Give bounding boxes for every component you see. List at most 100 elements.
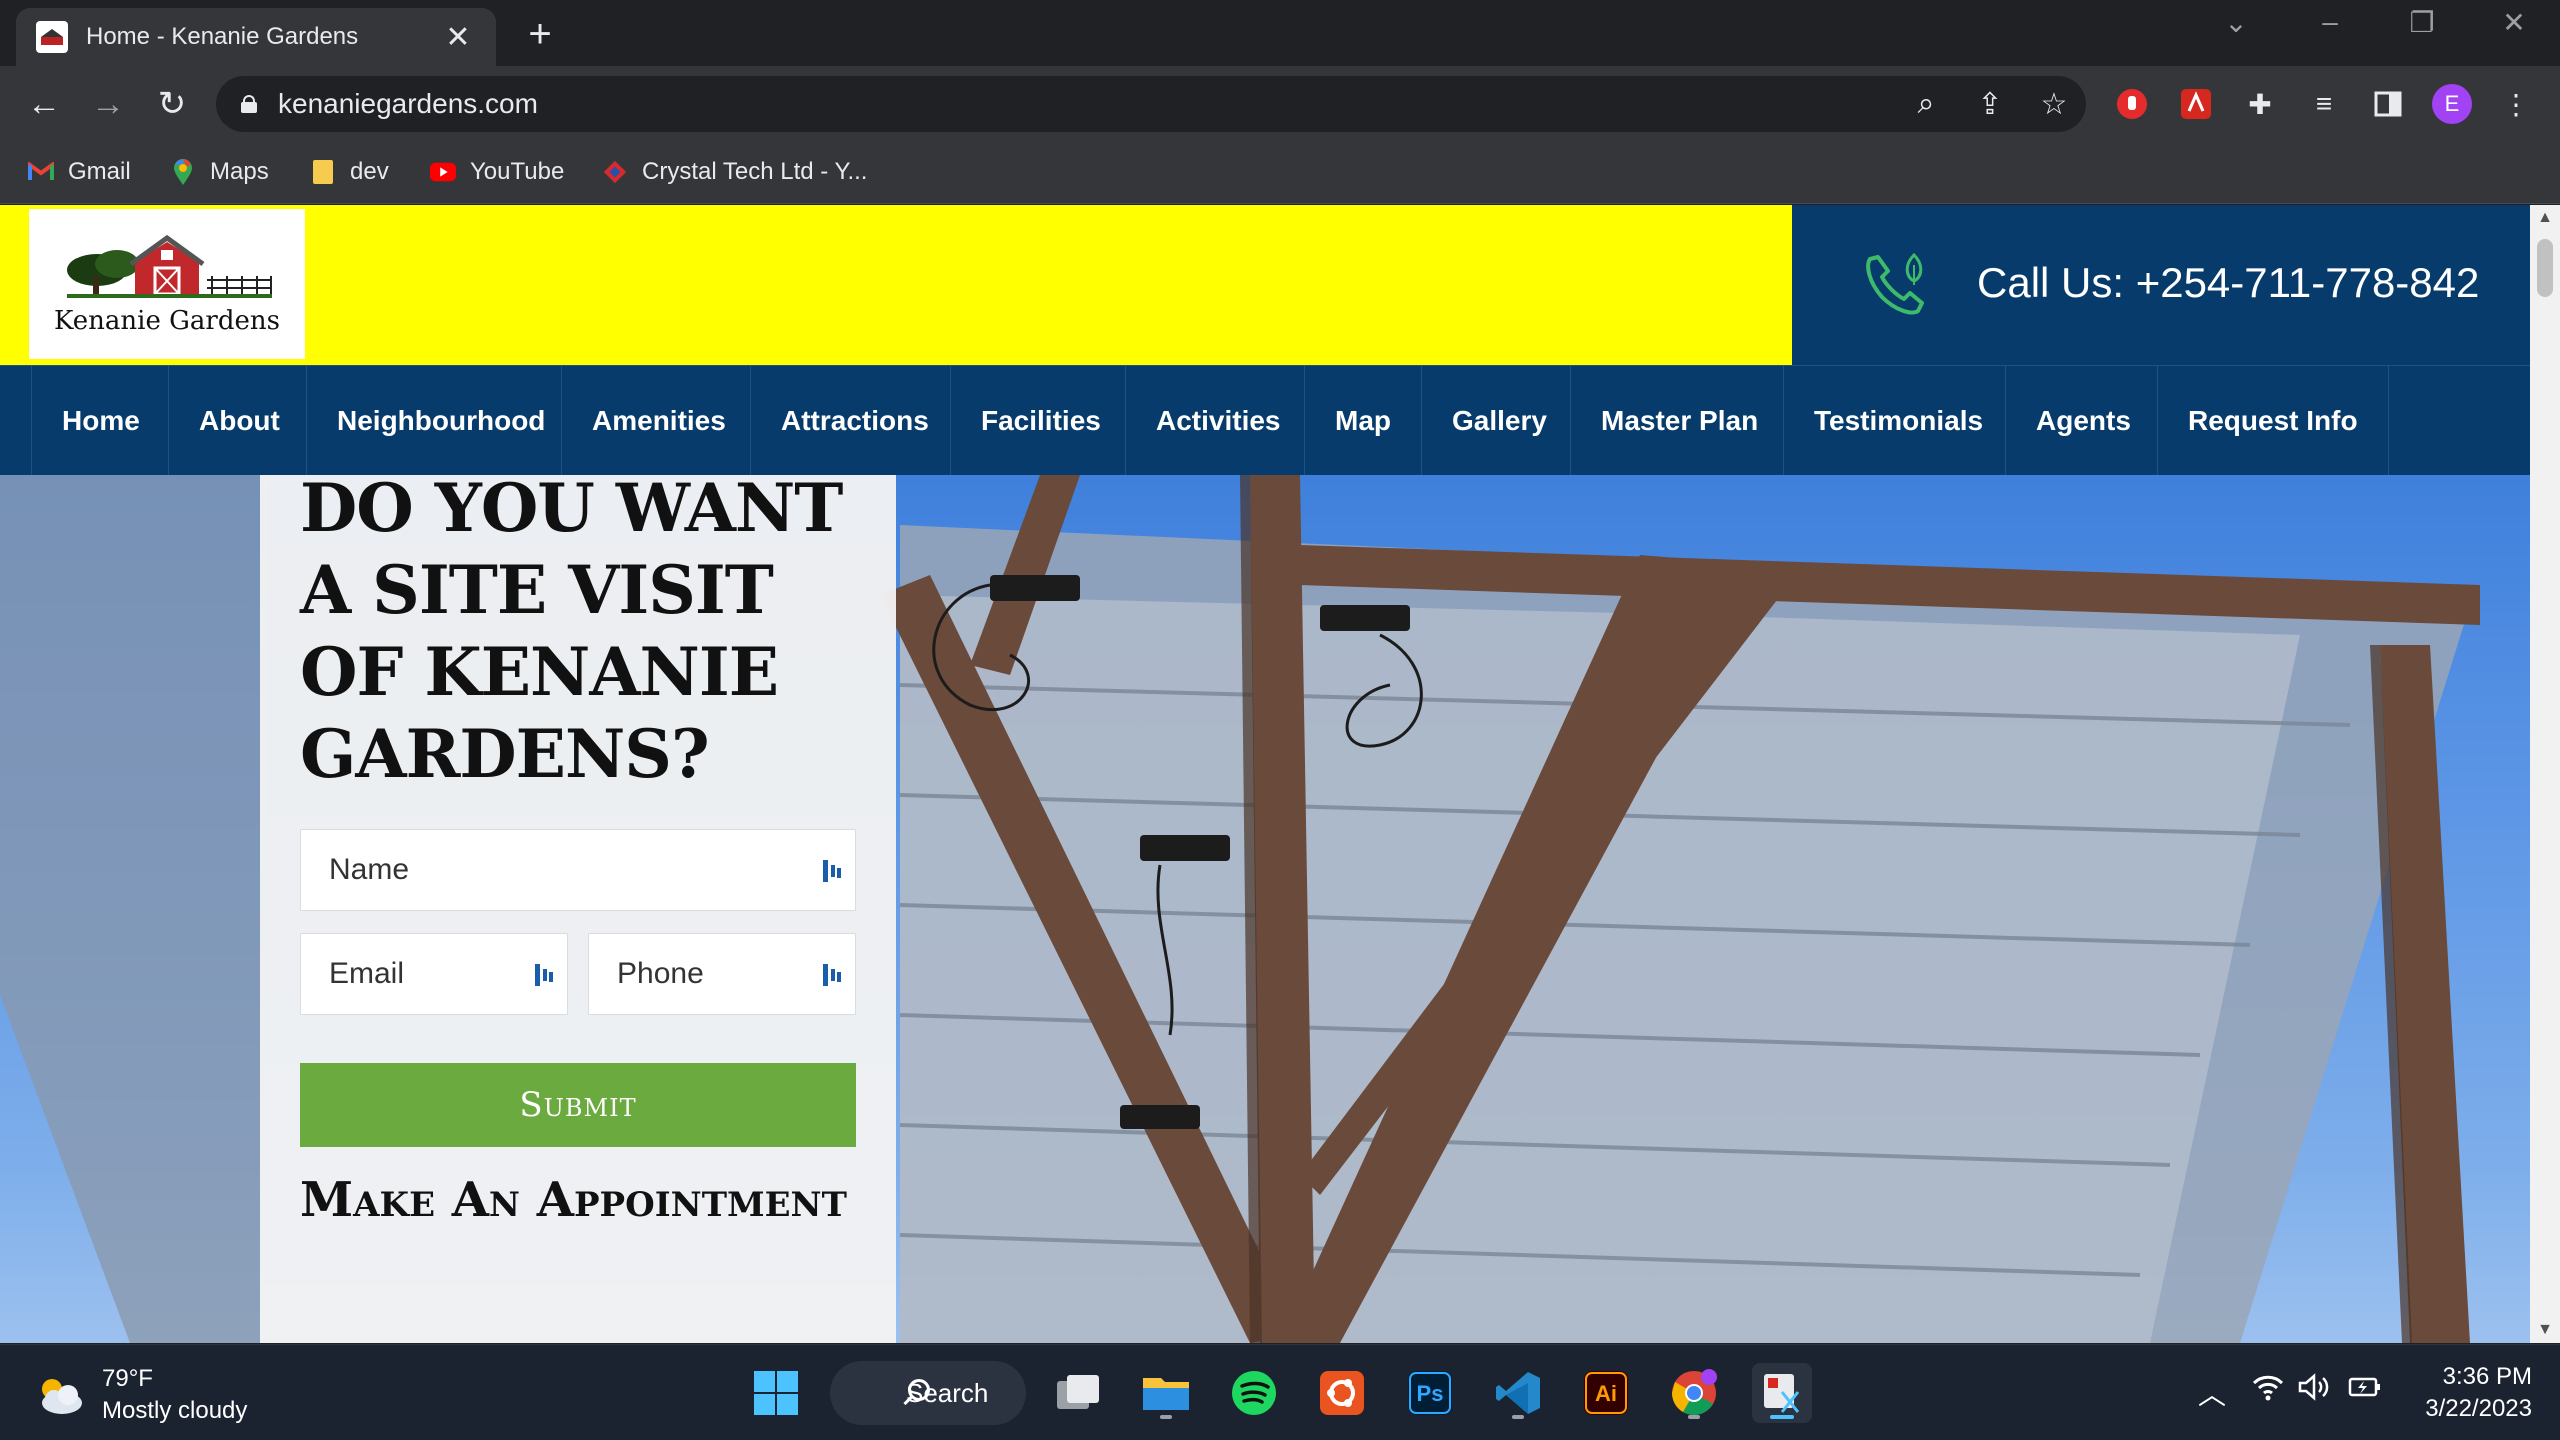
windows-taskbar: 79°F Mostly cloudy Search Ps Ai ︿ 3:36 P… [0, 1344, 2560, 1440]
browser-toolbar: ← → ↻ kenaniegardens.com ⌕ ⇪ ☆ ✚ ≡ E ⋮ [0, 66, 2560, 142]
bookmarks-bar: Gmail Maps dev YouTube Crystal Tech Ltd … [0, 142, 2560, 204]
nav-amenities[interactable]: Amenities [561, 366, 756, 476]
site-logo[interactable]: Kenanie Gardens [29, 209, 305, 359]
nav-master-plan[interactable]: Master Plan [1570, 366, 1788, 476]
chrome-menu-icon[interactable]: ⋮ [2496, 84, 2536, 124]
youtube-icon [430, 159, 456, 185]
weather-widget[interactable]: 79°F Mostly cloudy [34, 1363, 247, 1427]
extension-hand-icon[interactable] [2112, 84, 2152, 124]
new-tab-button[interactable]: + [520, 12, 560, 57]
pdf-extension-icon[interactable] [2176, 84, 2216, 124]
nav-map[interactable]: Map [1304, 366, 1421, 476]
autofill-key-icon[interactable] [817, 961, 845, 989]
svg-text:Ps: Ps [1417, 1381, 1444, 1406]
taskbar-search[interactable]: Search [830, 1361, 1026, 1425]
spotify-icon[interactable] [1224, 1363, 1284, 1423]
bookmark-maps[interactable]: Maps [170, 152, 269, 192]
running-indicator [1160, 1415, 1172, 1419]
tab-title: Home - Kenanie Gardens [86, 23, 359, 50]
bookmark-label: Maps [210, 158, 269, 185]
illustrator-icon[interactable]: Ai [1576, 1363, 1636, 1423]
profile-initial: E [2432, 84, 2472, 124]
address-bar[interactable]: kenaniegardens.com ⌕ ⇪ ☆ [216, 76, 2086, 132]
logo-text: Kenanie Gardens [54, 306, 280, 336]
autofill-key-icon[interactable] [817, 857, 845, 885]
file-explorer-icon[interactable] [1136, 1363, 1196, 1423]
extensions-puzzle-icon[interactable]: ✚ [2240, 84, 2280, 124]
form-heading: Do you want a site visit of Kenanie Gard… [300, 469, 843, 793]
minimize-button[interactable]: – [2300, 6, 2360, 38]
name-input[interactable] [329, 853, 855, 887]
lock-icon[interactable] [241, 95, 257, 113]
site-favicon-icon [36, 21, 68, 53]
forward-arrow-icon[interactable]: → [86, 82, 130, 126]
maps-icon [170, 159, 196, 185]
clock-time: 3:36 PM [2442, 1363, 2532, 1390]
bookmark-crystal-tech[interactable]: Crystal Tech Ltd - Y... [602, 152, 867, 192]
profile-avatar[interactable]: E [2432, 84, 2472, 124]
svg-text:Ai: Ai [1595, 1381, 1617, 1406]
call-us-box: Call Us: +254-711-778-842 [1792, 205, 2530, 365]
site-header: Kenanie Gardens Call Us: +254-711-778-84… [0, 205, 2530, 365]
task-view-icon[interactable] [1048, 1363, 1108, 1423]
call-us-phone[interactable]: Call Us: +254-711-778-842 [1977, 259, 2479, 307]
email-field[interactable] [300, 933, 568, 1015]
side-panel-icon[interactable] [2368, 84, 2408, 124]
site-visit-form-panel: Do you want a site visit of Kenanie Gard… [260, 469, 896, 1343]
scroll-down-arrow-icon[interactable]: ▼ [2530, 1317, 2560, 1343]
tab-close-icon[interactable]: ✕ [440, 20, 476, 55]
crystal-tech-icon [602, 159, 628, 185]
nav-about[interactable]: About [168, 366, 310, 476]
share-icon[interactable]: ⇪ [1958, 87, 2022, 122]
nav-facilities[interactable]: Facilities [950, 366, 1131, 476]
vscode-icon[interactable] [1488, 1363, 1548, 1423]
phone-field[interactable] [588, 933, 856, 1015]
ubuntu-icon[interactable] [1312, 1363, 1372, 1423]
scrollbar-thumb[interactable] [2537, 239, 2553, 297]
nav-request-info[interactable]: Request Info [2157, 366, 2389, 476]
show-hidden-icons-chevron-icon[interactable]: ︿ [2198, 1373, 2226, 1413]
tab-search-chevron-icon[interactable]: ⌄ [2206, 6, 2266, 39]
zoom-search-icon[interactable]: ⌕ [1894, 87, 1958, 121]
bookmark-label: Gmail [68, 158, 131, 185]
photoshop-icon[interactable]: Ps [1400, 1363, 1460, 1423]
submit-button[interactable]: Submit [300, 1063, 856, 1147]
nav-gallery[interactable]: Gallery [1421, 366, 1577, 476]
browser-tabstrip: Home - Kenanie Gardens ✕ + ⌄ – ❐ ✕ [0, 0, 2560, 66]
search-icon [908, 1379, 930, 1401]
main-navigation: Home About Neighbourhood Amenities Attra… [0, 365, 2530, 476]
nav-home[interactable]: Home [31, 366, 170, 476]
reload-icon[interactable]: ↻ [150, 82, 194, 126]
windows-start-icon[interactable] [746, 1363, 806, 1423]
scroll-up-arrow-icon[interactable]: ▲ [2530, 205, 2560, 231]
bookmark-star-icon[interactable]: ☆ [2022, 87, 2086, 122]
cloudy-weather-icon [42, 1379, 82, 1414]
chrome-icon[interactable] [1664, 1363, 1724, 1423]
restore-button[interactable]: ❐ [2392, 6, 2452, 39]
close-window-button[interactable]: ✕ [2484, 6, 2544, 39]
bookmark-label: dev [350, 158, 389, 185]
back-arrow-icon[interactable]: ← [22, 82, 66, 126]
nav-attractions[interactable]: Attractions [750, 366, 959, 476]
nav-testimonials[interactable]: Testimonials [1783, 366, 2013, 476]
bookmark-youtube[interactable]: YouTube [430, 152, 564, 192]
web-page: Kenanie Gardens Call Us: +254-711-778-84… [0, 205, 2530, 1343]
name-field[interactable] [300, 829, 856, 911]
media-controls-icon[interactable]: ≡ [2304, 84, 2344, 124]
page-scrollbar[interactable]: ▲ ▼ [2530, 205, 2560, 1343]
snipping-tool-icon[interactable] [1752, 1363, 1812, 1423]
nav-agents[interactable]: Agents [2005, 366, 2161, 476]
autofill-key-icon[interactable] [529, 961, 557, 989]
bookmark-gmail[interactable]: Gmail [28, 152, 131, 192]
system-clock[interactable]: 3:36 PM 3/22/2023 [2400, 1361, 2532, 1425]
bookmark-dev-folder[interactable]: dev [310, 152, 389, 192]
url-text[interactable]: kenaniegardens.com [278, 88, 1894, 120]
nav-activities[interactable]: Activities [1125, 366, 1311, 476]
browser-tab-active[interactable]: Home - Kenanie Gardens ✕ [16, 8, 496, 66]
bookmark-label: Crystal Tech Ltd - Y... [642, 158, 868, 185]
nav-neighbourhood[interactable]: Neighbourhood [306, 366, 575, 476]
gmail-icon [28, 159, 54, 185]
wifi-icon[interactable] [2252, 1373, 2284, 1408]
volume-icon[interactable] [2298, 1373, 2332, 1408]
battery-charging-icon[interactable] [2348, 1373, 2384, 1408]
